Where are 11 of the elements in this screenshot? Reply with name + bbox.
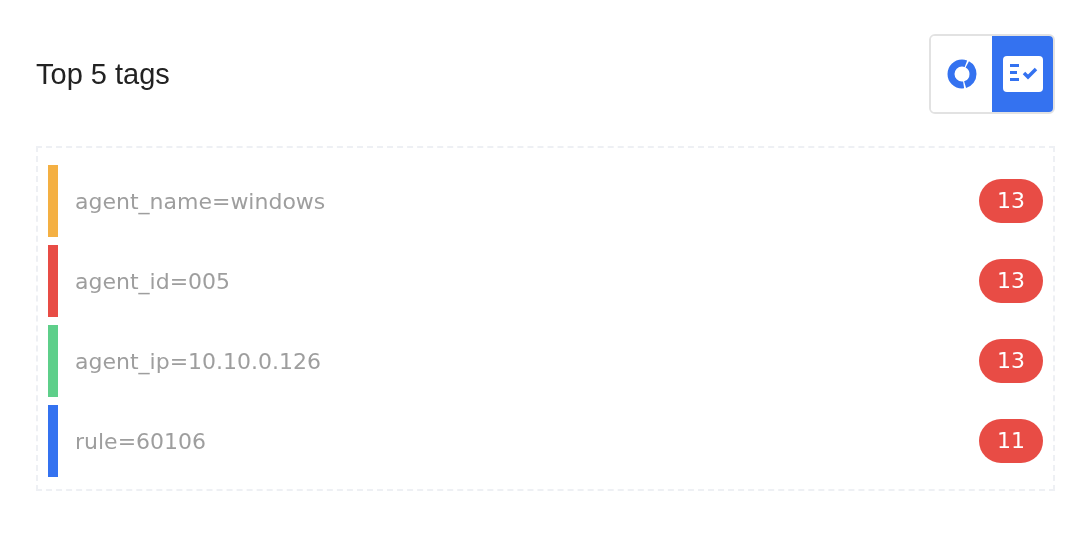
- checklist-icon: [1002, 56, 1043, 92]
- panel-title: Top 5 tags: [36, 57, 170, 91]
- tag-label: agent_ip=10.10.0.126: [75, 348, 323, 374]
- count-badge: 13: [979, 339, 1043, 383]
- count-badge: 13: [979, 179, 1043, 223]
- tag-label: agent_id=005: [75, 268, 232, 294]
- count-badge: 13: [979, 259, 1043, 303]
- tag-label: agent_name=windows: [75, 188, 327, 214]
- count-badge: 11: [979, 419, 1043, 463]
- tag-label: rule=60106: [75, 428, 208, 454]
- list-view-button[interactable]: [992, 36, 1053, 112]
